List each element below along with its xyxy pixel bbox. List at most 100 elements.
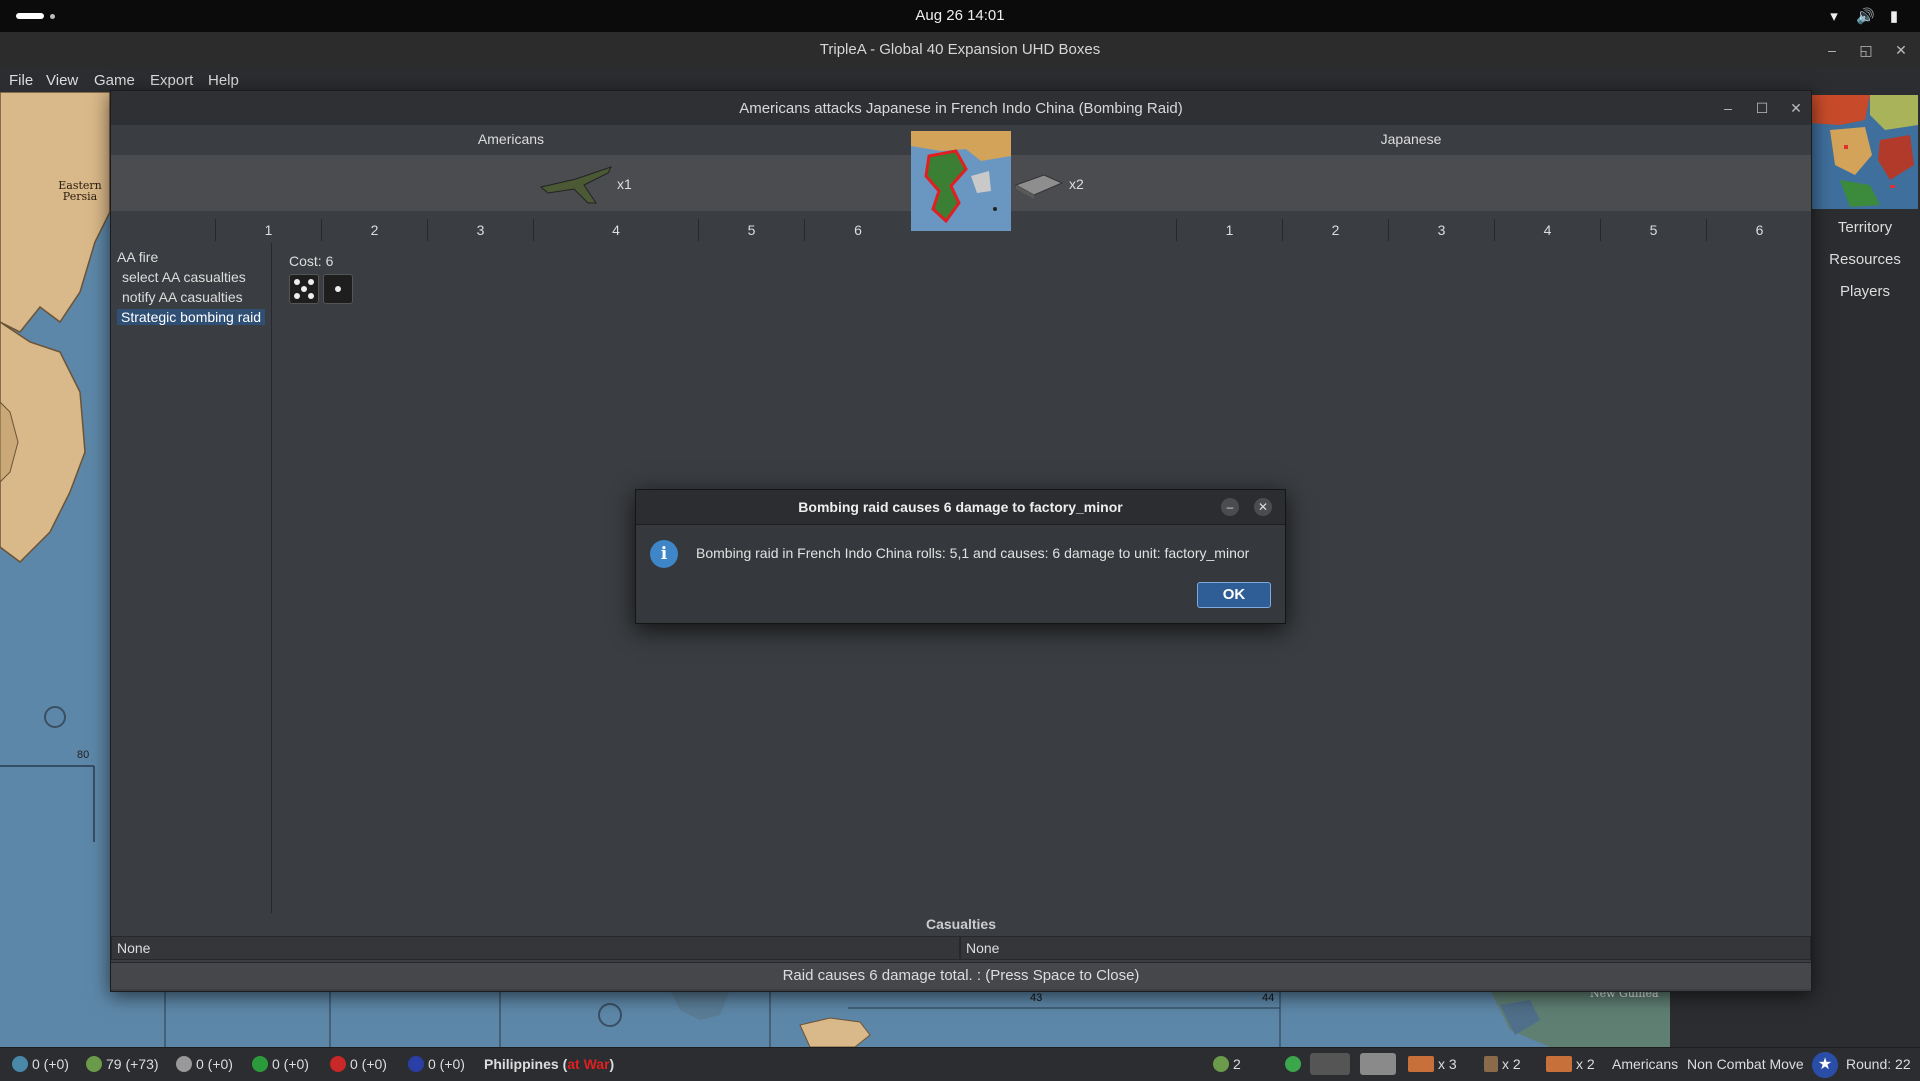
die-pip	[308, 279, 314, 285]
tab-resources[interactable]: Resources	[1810, 251, 1920, 268]
menu-file[interactable]: File	[9, 72, 33, 89]
fighter-count: x 3	[1408, 1056, 1457, 1072]
raid-cost: Cost: 6	[289, 253, 334, 269]
maximize-button[interactable]: ☐	[1752, 98, 1772, 118]
minimap-image	[1810, 95, 1918, 207]
minimize-button[interactable]: –	[1221, 498, 1239, 516]
message-dialog: Bombing raid causes 6 damage to factory_…	[635, 489, 1286, 624]
stat-value: 79 (+73)	[106, 1056, 159, 1072]
restore-button[interactable]: ◱	[1856, 40, 1876, 60]
defender-unit-count: x2	[1069, 176, 1084, 192]
stat-pus: 79 (+73)	[86, 1056, 159, 1072]
attacker-units: x1	[111, 155, 911, 211]
menu-game[interactable]: Game	[94, 72, 135, 89]
message-text: Bombing raid in French Indo China rolls:…	[696, 545, 1250, 561]
close-button[interactable]: ✕	[1254, 498, 1272, 516]
system-tray[interactable]: ▾ 🔊 ▮	[1826, 7, 1902, 25]
star-icon: ★	[1812, 1052, 1838, 1078]
attacker-unit-count: x1	[617, 176, 632, 192]
stat-tank: 0 (+0)	[330, 1056, 387, 1072]
territory-name: Philippines	[484, 1056, 559, 1072]
message-title: Bombing raid causes 6 damage to factory_…	[798, 499, 1123, 515]
step-aa-fire[interactable]: AA fire	[117, 249, 158, 265]
die-five	[289, 274, 319, 304]
menu-help[interactable]: Help	[208, 72, 239, 89]
die-pip	[294, 293, 300, 299]
stat-value: 0 (+0)	[350, 1056, 387, 1072]
battle-title: Americans attacks Japanese in French Ind…	[739, 100, 1183, 117]
menubar: File View Game Export Help	[0, 68, 1920, 92]
air-badge-icon	[252, 1056, 268, 1072]
factory-icon	[1014, 174, 1064, 199]
dice-column: 6	[1706, 219, 1812, 241]
stat-value: 0 (+0)	[196, 1056, 233, 1072]
navy-badge-icon	[408, 1056, 424, 1072]
attacker-dice-row: 1 2 3 4 5 6	[111, 219, 911, 241]
french-indo-china-map	[911, 131, 1011, 224]
stat-value: 0 (+0)	[272, 1056, 309, 1072]
step-strategic-bombing-raid[interactable]: Strategic bombing raid	[117, 309, 266, 325]
step-select-aa-casualties[interactable]: select AA casualties	[122, 269, 246, 285]
menu-export[interactable]: Export	[150, 72, 193, 89]
money-icon	[86, 1056, 102, 1072]
stat-value: x 3	[1438, 1056, 1457, 1072]
stat-research: 0 (+0)	[12, 1056, 69, 1072]
game-map[interactable]: Eastern Persia 80	[0, 92, 110, 1047]
stat-value: x 2	[1576, 1056, 1595, 1072]
stat-navy: 0 (+0)	[408, 1056, 465, 1072]
resource-count: 2	[1213, 1056, 1241, 1072]
dice-column: 3	[427, 219, 533, 241]
battle-titlebar: Americans attacks Japanese in French Ind…	[111, 91, 1811, 125]
defender-dice-row: 1 2 3 4 5 6	[1011, 219, 1811, 241]
dice-column: 1	[215, 219, 321, 241]
dice-column: 1	[1176, 219, 1282, 241]
tank-badge-icon	[330, 1056, 346, 1072]
minimap[interactable]	[1810, 95, 1918, 209]
plane-icon	[1546, 1056, 1572, 1072]
bomber-icon	[539, 166, 612, 204]
battle-status: Raid causes 6 damage total. : (Press Spa…	[111, 962, 1811, 989]
territory-image	[911, 131, 1011, 231]
current-player: Americans	[1612, 1056, 1679, 1072]
minimize-button[interactable]: –	[1718, 98, 1738, 118]
dice-column: 2	[321, 219, 427, 241]
map-number-label: 80	[77, 749, 90, 761]
round-counter: Round: 22	[1846, 1056, 1911, 1072]
close-button[interactable]: ✕	[1786, 98, 1806, 118]
dice-column: 5	[1600, 219, 1706, 241]
income-badge	[1285, 1056, 1305, 1072]
battery-icon: ▮	[1889, 8, 1899, 25]
casualties-header: Casualties	[925, 916, 997, 932]
dice-column: 4	[533, 219, 698, 241]
clock[interactable]: Aug 26 14:01	[0, 7, 1920, 24]
flask-icon	[12, 1056, 28, 1072]
money-icon	[1213, 1056, 1229, 1072]
current-territory: Philippines (at War)	[484, 1056, 615, 1072]
die-one	[323, 274, 353, 304]
dice-column: 4	[1494, 219, 1600, 241]
war-status: at War	[567, 1056, 610, 1072]
map-number-label: 44	[1262, 992, 1275, 1004]
stat-value: 0 (+0)	[428, 1056, 465, 1072]
tab-territory[interactable]: Territory	[1810, 219, 1920, 236]
game-map-bottom[interactable]: 43 44 New Guinea	[110, 990, 1670, 1047]
step-notify-aa-casualties[interactable]: notify AA casualties	[122, 289, 243, 305]
defender-units: x2	[1011, 155, 1811, 211]
close-button[interactable]: ✕	[1891, 40, 1911, 60]
ok-button[interactable]: OK	[1197, 582, 1271, 608]
battle-steps-list[interactable]: AA fire select AA casualties notify AA c…	[111, 243, 272, 913]
status-bar: 0 (+0) 79 (+73) 0 (+0) 0 (+0) 0 (+0) 0 (…	[0, 1047, 1920, 1081]
stat-value: 0 (+0)	[32, 1056, 69, 1072]
coin-icon	[1285, 1056, 1301, 1072]
menu-view[interactable]: View	[46, 72, 78, 89]
stat-casualties: 0 (+0)	[176, 1056, 233, 1072]
map-terrain	[0, 92, 110, 842]
window-titlebar: TripleA - Global 40 Expansion UHD Boxes …	[0, 32, 1920, 69]
stat-value: x 2	[1502, 1056, 1521, 1072]
tab-players[interactable]: Players	[1810, 283, 1920, 300]
minimize-button[interactable]: –	[1822, 40, 1842, 60]
die-pip	[301, 286, 307, 292]
die-pip	[308, 293, 314, 299]
dice-column: 5	[698, 219, 804, 241]
volume-icon: 🔊	[1856, 8, 1875, 25]
